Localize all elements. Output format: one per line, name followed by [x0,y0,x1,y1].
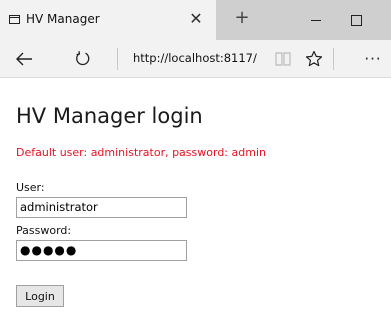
more-button[interactable]: ··· [358,45,388,73]
nav-separator [333,48,334,70]
browser-tab[interactable]: HV Manager ✕ [0,0,216,40]
login-button[interactable]: Login [16,285,64,307]
nav-separator [117,48,118,70]
default-credentials-hint: Default user: administrator, password: a… [16,146,266,159]
maximize-button[interactable] [336,0,376,40]
tab-title: HV Manager [26,12,100,26]
back-button[interactable] [9,45,39,73]
user-input[interactable]: administrator [16,197,187,218]
password-label: Password: [16,224,72,237]
refresh-button[interactable] [68,45,98,73]
minimize-icon [311,19,321,21]
reading-view-button[interactable] [268,45,298,73]
tab-page-icon [9,15,20,24]
navigation-bar: http://localhost:8117/ ··· [0,40,391,78]
close-tab-icon[interactable]: ✕ [186,9,206,29]
maximize-icon [350,14,362,26]
page-title: HV Manager login [16,104,203,128]
address-bar[interactable]: http://localhost:8117/ [133,51,257,65]
star-icon [305,50,323,67]
favorite-button[interactable] [299,45,329,73]
book-icon [275,52,291,66]
minimize-button[interactable] [296,0,336,40]
new-tab-icon[interactable]: + [232,8,252,28]
password-input[interactable]: ●●●●● [16,240,187,261]
user-label: User: [16,181,45,194]
back-arrow-icon [16,52,32,66]
more-icon: ··· [364,50,382,68]
title-bar: HV Manager ✕ + [0,0,391,40]
refresh-icon [76,51,90,66]
